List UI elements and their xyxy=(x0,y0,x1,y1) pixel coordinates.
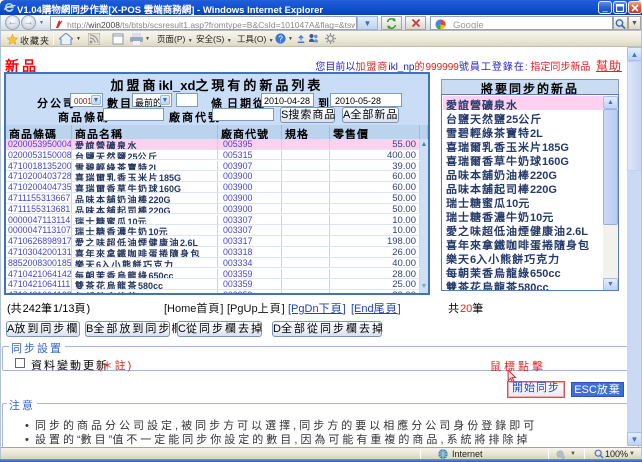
svg-text:?: ? xyxy=(278,34,283,43)
